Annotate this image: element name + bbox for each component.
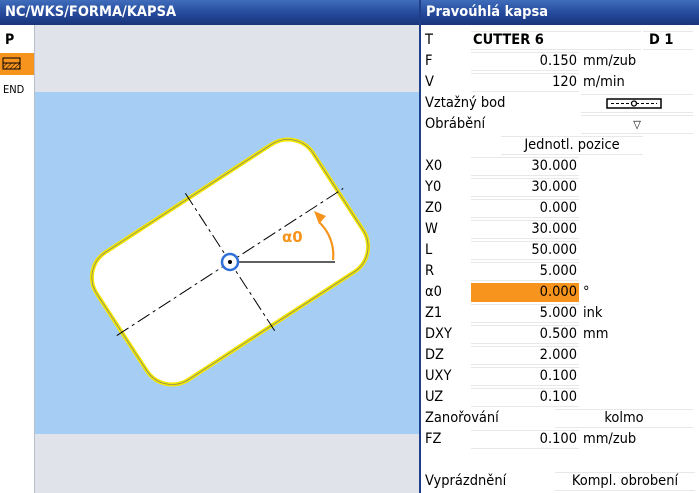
param-row-position-mode: Jednotl. pozice — [421, 135, 699, 156]
param-label-l: L — [425, 242, 433, 258]
speed-input[interactable]: 120 — [471, 73, 579, 92]
uxy-input[interactable]: 0.100 — [471, 367, 579, 386]
uz-input[interactable]: 0.100 — [471, 388, 579, 407]
position-mode-selector[interactable]: Jednotl. pozice — [501, 136, 643, 155]
feed-input[interactable]: 0.150 — [471, 52, 579, 71]
corner-radius-input[interactable]: 5.000 — [471, 262, 579, 281]
fz-unit: mm/zub — [583, 431, 637, 447]
param-row-machining: Obrábění ▽ — [421, 114, 699, 135]
param-label-w: W — [425, 221, 438, 237]
param-label-plunging: Zanořování — [425, 410, 499, 426]
param-label-z0: Z0 — [425, 200, 443, 216]
z0-input[interactable]: 0.000 — [471, 199, 579, 218]
param-label-machining: Obrábění — [425, 116, 486, 132]
pocket-preview: α0 — [89, 137, 371, 387]
param-label-fz: FZ — [425, 431, 442, 447]
param-row-plunging: Zanořování kolmo — [421, 408, 699, 429]
param-label-clearing: Vyprázdnění — [425, 473, 507, 489]
param-row-uxy: UXY 0.100 — [421, 366, 699, 387]
param-row-f: F 0.150 mm/zub — [421, 51, 699, 72]
param-row-r: R 5.000 — [421, 261, 699, 282]
reference-point-dot — [228, 260, 232, 264]
fz-input[interactable]: 0.100 — [471, 430, 579, 449]
param-label-reference-point: Vztažný bod — [425, 95, 506, 111]
program-header-item[interactable]: P — [0, 29, 34, 51]
cycle-title: Pravoúhlá kapsa — [421, 0, 699, 25]
param-row-dxy: DXY 0.500 mm — [421, 324, 699, 345]
dz-input[interactable]: 2.000 — [471, 346, 579, 365]
param-row-fz: FZ 0.100 mm/zub — [421, 429, 699, 450]
param-row-l: L 50.000 — [421, 240, 699, 261]
program-end-item[interactable]: END — [0, 79, 34, 101]
param-row-clearing: Vyprázdnění Kompl. obrobení — [421, 471, 699, 492]
z1-input[interactable]: 5.000 — [471, 304, 579, 323]
width-input[interactable]: 30.000 — [471, 220, 579, 239]
param-row-dz: DZ 2.000 — [421, 345, 699, 366]
param-row-alpha0: α0 0.000 ° — [421, 282, 699, 303]
dxy-unit: mm — [583, 326, 609, 342]
param-label-uxy: UXY — [425, 368, 452, 384]
param-label-r: R — [425, 263, 435, 279]
param-label-t: T — [425, 32, 433, 48]
param-label-uz: UZ — [425, 389, 444, 405]
rotation-angle-input[interactable]: 0.000 — [471, 283, 579, 302]
param-label-y0: Y0 — [425, 179, 442, 195]
param-label-x0: X0 — [425, 158, 443, 174]
param-row-z1: Z1 5.000 ink — [421, 303, 699, 324]
graphic-top-band — [35, 25, 419, 92]
tool-name-field[interactable]: CUTTER 6 — [471, 31, 641, 50]
reference-point-center-icon — [606, 98, 662, 109]
parameter-panel: T CUTTER 6 D 1 F 0.150 mm/zub V 120 m/mi… — [421, 25, 699, 493]
param-label-dxy: DXY — [425, 326, 452, 342]
param-label-alpha0: α0 — [425, 284, 442, 300]
dxy-input[interactable]: 0.500 — [471, 325, 579, 344]
param-row-uz: UZ 0.100 — [421, 387, 699, 408]
graphic-bottom-band — [35, 434, 419, 493]
tool-edge-field[interactable]: D 1 — [643, 31, 693, 50]
param-row-y0: Y0 30.000 — [421, 177, 699, 198]
plunging-selector[interactable]: kolmo — [555, 409, 693, 428]
feed-unit: mm/zub — [583, 53, 637, 69]
clearing-selector[interactable]: Kompl. obrobení — [555, 472, 695, 491]
param-row-tool: T CUTTER 6 D 1 — [421, 30, 699, 51]
pocket-milling-icon[interactable] — [0, 53, 34, 75]
angle-unit: ° — [583, 284, 590, 300]
param-label-z1: Z1 — [425, 305, 443, 321]
param-label-f: F — [425, 53, 433, 69]
param-row-reference-point: Vztažný bod — [421, 93, 699, 114]
length-input[interactable]: 50.000 — [471, 241, 579, 260]
param-row-w: W 30.000 — [421, 219, 699, 240]
x0-input[interactable]: 30.000 — [471, 157, 579, 176]
reference-point-selector[interactable] — [581, 94, 693, 113]
param-row-z0: Z0 0.000 — [421, 198, 699, 219]
program-block-strip: P END — [0, 25, 35, 493]
param-row-x0: X0 30.000 — [421, 156, 699, 177]
chevron-down-icon[interactable]: ▽ — [581, 115, 693, 134]
angle-label: α0 — [282, 228, 303, 246]
param-label-v: V — [425, 74, 434, 90]
z1-unit: ink — [583, 305, 603, 321]
param-label-dz: DZ — [425, 347, 444, 363]
speed-unit: m/min — [583, 74, 625, 90]
y0-input[interactable]: 30.000 — [471, 178, 579, 197]
param-row-v: V 120 m/min — [421, 72, 699, 93]
program-path-title: NC/WKS/FORMA/KAPSA — [0, 0, 419, 25]
